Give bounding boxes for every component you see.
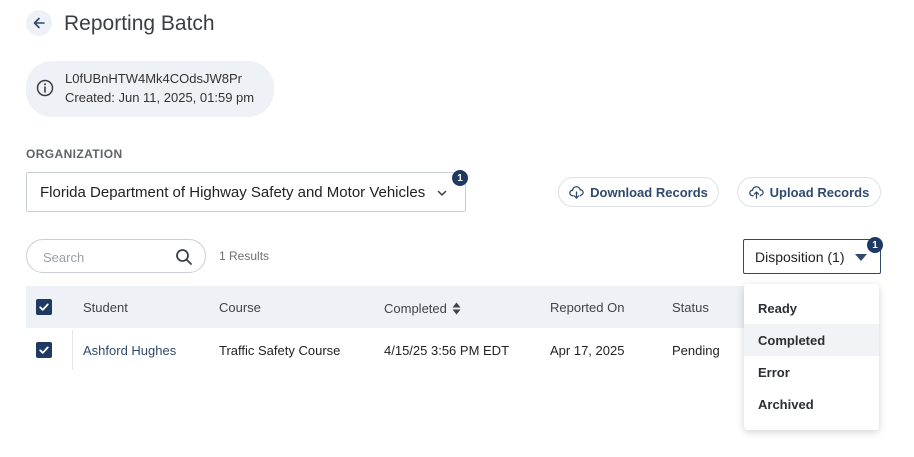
back-button[interactable] [26, 10, 52, 36]
cloud-download-icon [569, 185, 584, 199]
disposition-option-completed[interactable]: Completed [744, 324, 879, 356]
download-records-label: Download Records [590, 184, 708, 200]
table-header: Student Course Completed Reported On Sta… [26, 286, 746, 328]
search-box [26, 239, 206, 273]
page-title: Reporting Batch [64, 12, 215, 35]
sort-icon [452, 302, 461, 315]
caret-down-icon [855, 254, 867, 261]
arrow-left-icon [33, 17, 45, 29]
organization-select[interactable]: Florida Department of Highway Safety and… [26, 172, 466, 212]
batch-created: Created: Jun 11, 2025, 01:59 pm [65, 90, 255, 105]
checkmark-icon [39, 303, 49, 311]
organization-count-badge: 1 [452, 170, 468, 186]
course-cell: Traffic Safety Course [219, 343, 341, 358]
column-header-reported-on[interactable]: Reported On [550, 300, 624, 315]
disposition-label: Disposition (1) [755, 249, 845, 265]
disposition-option-archived[interactable]: Archived [744, 388, 879, 420]
student-name-link[interactable]: Ashford Hughes [83, 343, 176, 358]
upload-records-label: Upload Records [769, 184, 870, 200]
checkmark-icon [39, 346, 49, 354]
column-header-status[interactable]: Status [672, 300, 709, 315]
column-header-completed[interactable]: Completed [384, 301, 461, 316]
batch-id: L0fUBnHTW4Mk4COdsJW8Pr [65, 71, 242, 86]
organization-label: ORGANIZATION [26, 147, 123, 161]
disposition-filter-button[interactable]: Disposition (1) [743, 239, 881, 274]
disposition-option-ready[interactable]: Ready [744, 292, 879, 324]
info-icon [36, 79, 54, 97]
disposition-option-error[interactable]: Error [744, 356, 879, 388]
search-icon[interactable] [175, 248, 193, 266]
disposition-count-badge: 1 [867, 237, 883, 253]
organization-selected-value: Florida Department of Highway Safety and… [40, 184, 426, 201]
status-cell: Pending [672, 343, 720, 358]
cloud-upload-icon [748, 185, 764, 199]
results-count: 1 Results [219, 249, 270, 263]
search-input[interactable] [43, 247, 173, 267]
row-divider [72, 330, 73, 370]
reported-on-cell: Apr 17, 2025 [550, 343, 625, 358]
column-header-completed-label: Completed [384, 301, 447, 316]
select-all-checkbox[interactable] [36, 299, 52, 315]
column-header-course[interactable]: Course [219, 300, 261, 315]
chevron-down-icon [437, 190, 447, 196]
download-records-button[interactable]: Download Records [558, 177, 719, 207]
batch-info-card: L0fUBnHTW4Mk4COdsJW8Pr Created: Jun 11, … [26, 61, 274, 117]
column-header-student[interactable]: Student [83, 300, 128, 315]
disposition-menu: Ready Completed Error Archived [744, 284, 879, 430]
table-row: Ashford Hughes Traffic Safety Course 4/1… [26, 330, 746, 370]
row-checkbox[interactable] [36, 342, 52, 358]
completed-cell: 4/15/25 3:56 PM EDT [384, 343, 510, 358]
upload-records-button[interactable]: Upload Records [737, 177, 881, 207]
